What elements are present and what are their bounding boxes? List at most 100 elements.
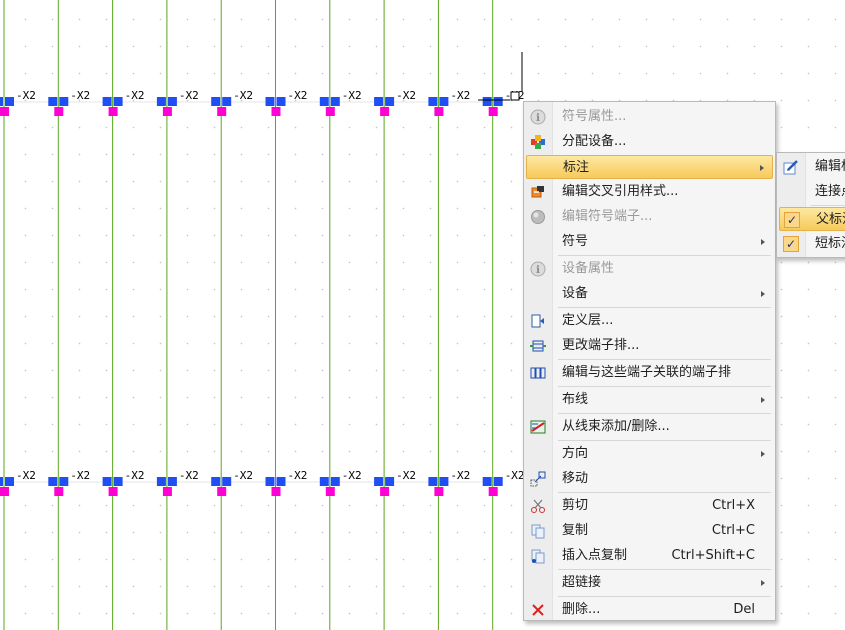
terminal-connection-point[interactable] [380,487,390,496]
move-icon [530,471,546,487]
terminal-connection-point[interactable] [54,487,64,496]
terminal-connection-point[interactable] [217,107,227,116]
terminal-pin-left[interactable] [156,97,166,106]
terminal-connection-point[interactable] [108,487,118,496]
terminal-pin-right[interactable] [385,97,395,106]
terminal-label: -X2 [16,89,36,102]
menu-item-define-layer[interactable]: 定义层... [526,309,773,333]
terminal-pin-left[interactable] [211,97,221,106]
terminal-pin-right[interactable] [5,97,14,106]
terminal-pin-right[interactable] [222,477,232,486]
terminal-pin-right[interactable] [493,477,503,486]
menu-item-edit-associated-terminal-strip[interactable]: 编辑与这些端子关联的端子排 [526,361,773,385]
terminal-label: -X2 [233,469,253,482]
terminal-pin-right[interactable] [439,97,449,106]
menu-item-harness-add-remove[interactable]: 从线束添加/删除... [526,415,773,439]
terminal-label: -X2 [505,469,525,482]
terminal-pin-right[interactable] [276,97,286,106]
terminal-pin-left[interactable] [0,477,3,486]
terminal-connection-point[interactable] [380,107,390,116]
terminal-connection-point[interactable] [162,487,172,496]
terminal-label: -X2 [342,469,362,482]
terminal-pin-left[interactable] [482,477,492,486]
terminal-connection-point[interactable] [488,107,498,116]
menu-item-change-terminal-strip[interactable]: 更改端子排... [526,334,773,358]
submenu-item-edit-annotation[interactable]: 编辑标 [779,155,845,179]
menu-item-cut[interactable]: 剪切 Ctrl+X [526,494,773,518]
terminal-pin-left[interactable] [156,477,166,486]
menu-item-symbol-properties[interactable]: i 符号属性... [526,105,773,129]
terminal-pin-left[interactable] [48,477,58,486]
terminal-pin-left[interactable] [428,97,438,106]
change-terminal-strip-icon [530,338,546,354]
terminal-connection-point[interactable] [162,107,172,116]
submenu-arrow-icon [761,451,765,457]
terminal-pin-right[interactable] [59,477,69,486]
terminal-pin-left[interactable] [374,97,384,106]
menu-separator [558,569,771,570]
terminal-pin-right[interactable] [59,97,69,106]
terminal-connection-point[interactable] [488,487,498,496]
terminal-pin-right[interactable] [113,477,123,486]
scissors-icon [530,498,546,514]
submenu-item-parent-annotation[interactable]: ✓ 父标注 [779,207,845,231]
menu-item-direction[interactable]: 方向 [526,442,773,466]
terminal-pin-left[interactable] [482,97,492,106]
terminal-pin-right[interactable] [113,97,123,106]
terminal-label: -X2 [70,469,90,482]
terminal-label: -X2 [288,89,308,102]
terminal-pin-left[interactable] [102,477,112,486]
terminal-connection-point[interactable] [0,487,9,496]
submenu-arrow-icon [761,291,765,297]
cross-reference-icon [530,184,546,200]
terminal-pin-right[interactable] [222,97,232,106]
terminal-pin-left[interactable] [48,97,58,106]
menu-item-copy[interactable]: 复制 Ctrl+C [526,519,773,543]
terminal-pin-right[interactable] [385,477,395,486]
terminal-connection-point[interactable] [434,487,444,496]
terminal-connection-point[interactable] [434,107,444,116]
terminal-pin-left[interactable] [428,477,438,486]
menu-item-symbol[interactable]: 符号 [526,230,773,254]
submenu-item-connection-point[interactable]: 连接点 [779,180,845,204]
menu-item-insert-point-copy[interactable]: 插入点复制 Ctrl+Shift+C [526,544,773,568]
selection-grip[interactable] [510,91,520,101]
menu-item-edit-symbol-terminals[interactable]: 编辑符号端子... [526,205,773,229]
menu-item-annotation[interactable]: 标注 [526,155,773,179]
terminal-pin-left[interactable] [265,477,275,486]
terminal-pin-left[interactable] [319,477,329,486]
terminal-pin-right[interactable] [330,97,340,106]
terminal-pin-right[interactable] [330,477,340,486]
terminal-connection-point[interactable] [217,487,227,496]
menu-item-assign-device[interactable]: 分配设备... [526,130,773,154]
checkbox-checked-icon: ✓ [784,212,800,228]
terminal-pin-left[interactable] [374,477,384,486]
terminal-connection-point[interactable] [325,107,335,116]
submenu-item-short-annotation[interactable]: ✓ 短标注 [779,232,845,256]
terminal-pin-left[interactable] [265,97,275,106]
terminal-pin-right[interactable] [439,477,449,486]
menu-item-edit-cross-reference-style[interactable]: 编辑交叉引用样式... [526,180,773,204]
terminal-connection-point[interactable] [54,107,64,116]
menu-item-device-properties[interactable]: i 设备属性 [526,257,773,281]
terminal-pin-right[interactable] [167,97,177,106]
terminal-pin-left[interactable] [211,477,221,486]
terminal-connection-point[interactable] [325,487,335,496]
terminal-pin-left[interactable] [102,97,112,106]
terminal-pin-left[interactable] [0,97,3,106]
terminal-connection-point[interactable] [271,487,281,496]
terminal-pin-right[interactable] [276,477,286,486]
terminal-pin-left[interactable] [319,97,329,106]
terminal-connection-point[interactable] [0,107,9,116]
menu-item-hyperlink[interactable]: 超链接 [526,571,773,595]
menu-item-device[interactable]: 设备 [526,282,773,306]
terminal-connection-point[interactable] [108,107,118,116]
menu-item-move[interactable]: 移动 [526,467,773,491]
menu-item-delete[interactable]: 删除... Del [526,598,773,622]
terminal-pin-right[interactable] [493,97,503,106]
info-icon: i [530,261,546,277]
terminal-connection-point[interactable] [271,107,281,116]
menu-item-wiring[interactable]: 布线 [526,388,773,412]
terminal-pin-right[interactable] [167,477,177,486]
terminal-pin-right[interactable] [5,477,14,486]
